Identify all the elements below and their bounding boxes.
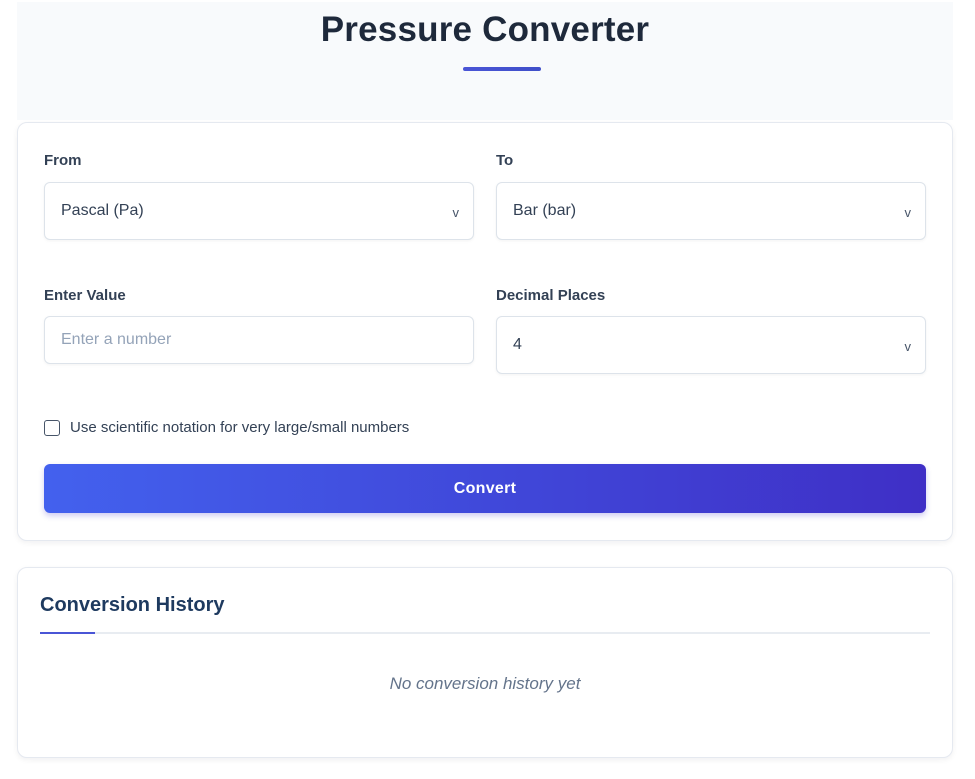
decimal-places-value: 4 <box>513 336 522 353</box>
history-divider <box>40 632 930 634</box>
scientific-notation-label[interactable]: Use scientific notation for very large/s… <box>70 419 409 436</box>
to-unit-value: Bar (bar) <box>513 202 577 219</box>
decimal-places-select[interactable]: 4 v <box>496 316 926 374</box>
page-title: Pressure Converter <box>320 10 650 49</box>
to-unit-select[interactable]: Bar (bar) v <box>496 182 926 240</box>
chevron-down-icon: v <box>452 205 460 220</box>
chevron-down-icon: v <box>904 205 912 220</box>
chevron-down-icon: v <box>904 339 912 354</box>
value-input[interactable] <box>44 316 474 364</box>
title-underline <box>463 67 541 71</box>
from-label: From <box>44 152 82 169</box>
history-empty-message: No conversion history yet <box>389 674 581 693</box>
page-header: Pressure Converter <box>17 2 953 120</box>
from-unit-value: Pascal (Pa) <box>61 202 144 219</box>
converter-card: From Pascal (Pa) v To Bar (bar) v Enter … <box>17 122 953 541</box>
convert-button[interactable]: Convert <box>44 464 926 513</box>
value-label: Enter Value <box>44 287 126 304</box>
scientific-notation-option: Use scientific notation for very large/s… <box>44 419 409 436</box>
scientific-notation-checkbox[interactable] <box>44 419 60 436</box>
from-unit-select[interactable]: Pascal (Pa) v <box>44 182 474 240</box>
to-label: To <box>496 152 514 169</box>
history-divider-accent <box>40 632 95 634</box>
history-title: Conversion History <box>40 594 225 616</box>
history-card: Conversion History No conversion history… <box>17 567 953 758</box>
decimals-label: Decimal Places <box>496 287 606 304</box>
